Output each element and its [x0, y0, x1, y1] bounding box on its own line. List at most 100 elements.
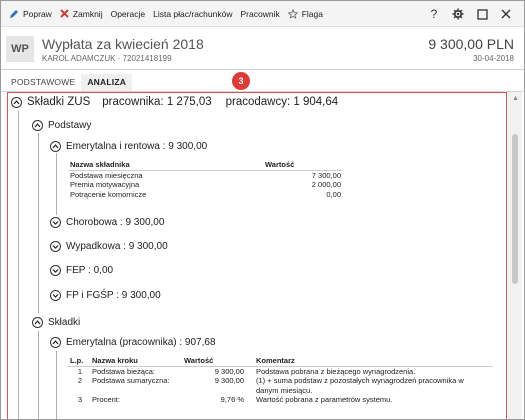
- table-cell: 0,00: [326, 189, 341, 199]
- column-header: Nazwa kroku: [90, 355, 182, 367]
- fp-fgsp-label: FP i FGŚP : 9 300,00: [66, 290, 161, 301]
- table-row: 1 Podstawa bieżąca: 9 300,00 Podstawa po…: [68, 367, 493, 376]
- podstawy-header[interactable]: Podstawy: [32, 120, 91, 131]
- wypadkowa-label: Wypadkowa : 9 300,00: [66, 241, 168, 252]
- window-close-icon[interactable]: [494, 5, 518, 23]
- collapse-icon[interactable]: [50, 141, 61, 152]
- lista-plac-menu[interactable]: Lista płac/rachunków: [153, 9, 232, 19]
- star-icon: [287, 8, 298, 19]
- table-cell: 2 000,00: [311, 180, 341, 189]
- emerytalna-pracownika-label: Emerytalna (pracownika) : 907,68: [66, 337, 216, 348]
- fep-row[interactable]: FEP : 0,00: [50, 265, 113, 276]
- maximize-icon[interactable]: [470, 5, 494, 23]
- emerytalna-rentowa-header[interactable]: Emerytalna i rentowa : 9 300,00: [50, 141, 207, 152]
- payroll-window: Popraw Zamknij Operacje Lista płac/rachu…: [0, 0, 525, 420]
- podstawy-components-table: Nazwa składnika Wartość Podstawa miesięc…: [68, 159, 343, 199]
- flaga-label: Flaga: [301, 8, 323, 19]
- chorobowa-row[interactable]: Chorobowa : 9 300,00: [50, 217, 164, 228]
- table-cell: [90, 386, 182, 396]
- expand-icon[interactable]: [50, 265, 61, 276]
- operacje-label: Operacje: [110, 8, 146, 19]
- table-cell: Podstawa sumaryczna:: [92, 376, 170, 385]
- column-header: Nazwa składnika: [68, 159, 263, 171]
- help-icon[interactable]: ?: [422, 5, 446, 23]
- tree-guide-line: [56, 351, 57, 419]
- zus-employer-total: pracodawcy: 1 904,64: [225, 96, 339, 108]
- fp-fgsp-row[interactable]: FP i FGŚP : 9 300,00: [50, 290, 161, 301]
- expand-icon[interactable]: [50, 217, 61, 228]
- operacje-menu[interactable]: Operacje: [111, 9, 146, 19]
- pracownik-menu[interactable]: Pracownik: [240, 9, 279, 19]
- emerytalna-rentowa-label: Emerytalna i rentowa : 9 300,00: [66, 141, 208, 152]
- page-title: Wypłata za kwiecień 2018: [42, 36, 204, 52]
- document-header: WP Wypłata za kwiecień 2018 KAROL ADAMCZ…: [1, 28, 524, 68]
- table-row: Potrącenie komornicze 0,00: [68, 190, 343, 200]
- zus-employee-total: pracownika: 1 275,03: [102, 96, 212, 108]
- fep-label: FEP : 0,00: [66, 265, 114, 276]
- table-cell: Podstawa miesięczna: [70, 171, 143, 180]
- table-cell: [182, 386, 246, 396]
- table-cell: 3: [77, 395, 82, 404]
- collapse-icon[interactable]: [11, 96, 22, 108]
- gear-icon[interactable]: [446, 5, 470, 23]
- expand-icon[interactable]: [50, 241, 61, 252]
- column-header: Wartość: [182, 355, 246, 367]
- collapse-icon[interactable]: [32, 120, 43, 131]
- step-badge: 3: [232, 72, 250, 90]
- payment-amount: 9 300,00 PLN: [428, 36, 514, 52]
- table-row: Premia motywacyjna 2 000,00: [68, 180, 343, 190]
- table-cell: Procent:: [92, 395, 120, 404]
- table-row: Podstawa miesięczna 7 300,00: [68, 171, 343, 180]
- collapse-icon[interactable]: [32, 317, 43, 328]
- table-cell: 9 300,00: [214, 376, 244, 385]
- toolbar: Popraw Zamknij Operacje Lista płac/rachu…: [1, 1, 524, 27]
- vertical-scrollbar[interactable]: ▲: [508, 92, 522, 419]
- table-cell: 9 300,00: [214, 367, 244, 376]
- emerytalna-pracownika-header[interactable]: Emerytalna (pracownika) : 907,68: [50, 337, 216, 348]
- zus-section-header[interactable]: Składki ZUS pracownika: 1 275,03 pracoda…: [11, 96, 338, 108]
- table-cell: danym miesiącu.: [256, 385, 313, 395]
- column-header: Komentarz: [246, 355, 493, 367]
- payment-date: 30-04-2018: [473, 54, 514, 63]
- tree-guide-line: [38, 331, 39, 419]
- scrollbar-thumb[interactable]: [512, 134, 518, 284]
- table-row: danym miesiącu.: [68, 386, 493, 396]
- tree-guide-line: [56, 153, 57, 215]
- skladki-header[interactable]: Składki: [32, 317, 80, 328]
- employee-subtitle: KAROL ADAMCZUK · 72021418199: [42, 54, 172, 63]
- wypadkowa-row[interactable]: Wypadkowa : 9 300,00: [50, 241, 168, 252]
- popraw-label: Popraw: [23, 8, 52, 19]
- column-header: Wartość: [263, 159, 343, 171]
- scroll-up-icon[interactable]: ▲: [512, 95, 519, 102]
- zamknij-label: Zamknij: [72, 8, 103, 19]
- lista-plac-label: Lista płac/rachunków: [153, 8, 233, 19]
- header-divider: [1, 69, 524, 70]
- tree-guide-line: [18, 111, 19, 419]
- table-row: 2 Podstawa sumaryczna: 9 300,00 (1) + su…: [68, 376, 493, 386]
- pencil-icon: [9, 9, 19, 19]
- table-cell: (1) + suma podstaw z pozostałych wynagro…: [256, 376, 464, 385]
- tree-guide-line: [38, 133, 39, 313]
- table-cell: Premia motywacyjna: [70, 180, 140, 189]
- table-cell: [68, 386, 90, 396]
- close-icon: [60, 9, 69, 18]
- expand-icon[interactable]: [50, 290, 61, 301]
- table-cell: Potrącenie komornicze: [70, 189, 147, 199]
- chorobowa-label: Chorobowa : 9 300,00: [66, 217, 165, 228]
- podstawy-label: Podstawy: [48, 120, 92, 131]
- popraw-button[interactable]: Popraw: [9, 9, 52, 19]
- pracownik-label: Pracownik: [240, 8, 280, 19]
- collapse-icon[interactable]: [50, 337, 61, 348]
- table-cell: Podstawa pobrana z bieżącego wynagrodzen…: [256, 367, 416, 376]
- table-cell: Podstawa bieżąca:: [92, 367, 155, 376]
- skladki-label: Składki: [48, 317, 81, 328]
- column-header: L.p.: [68, 355, 90, 367]
- table-cell: Wartość pobrana z parametrów systemu.: [256, 395, 393, 404]
- table-cell: 2: [77, 376, 82, 385]
- table-row: 3 Procent: 9,76 % Wartość pobrana z para…: [68, 395, 493, 405]
- zus-title: Składki ZUS: [27, 96, 91, 108]
- table-cell: 9,76 %: [220, 395, 244, 404]
- flaga-button[interactable]: Flaga: [287, 8, 323, 19]
- calculation-steps-table: L.p. Nazwa kroku Wartość Komentarz 1 Pod…: [68, 355, 493, 405]
- zamknij-button[interactable]: Zamknij: [60, 9, 103, 19]
